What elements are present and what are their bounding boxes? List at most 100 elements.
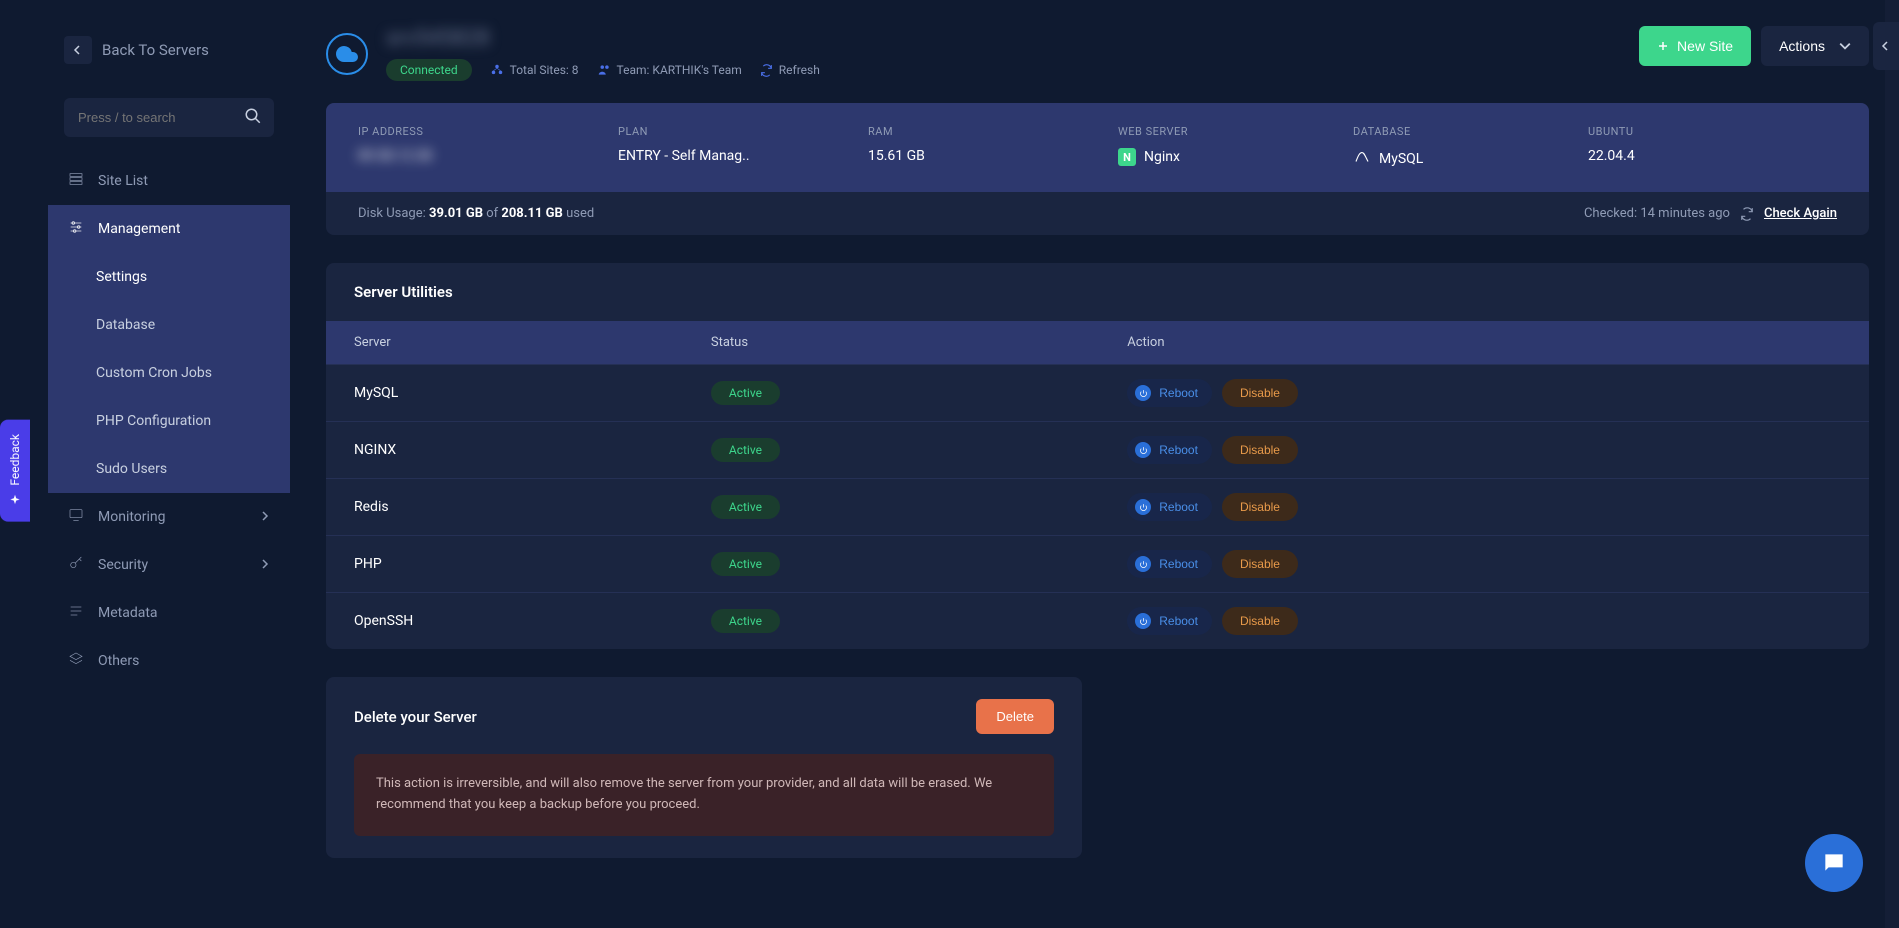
status-badge: Active [711,609,780,633]
service-actions: Reboot Disable [1127,379,1841,407]
header-left: srv545828 Connected Total Sites: 8 Team:… [326,26,820,81]
subnav-settings[interactable]: Settings [48,253,290,301]
subnav-database[interactable]: Database [48,301,290,349]
service-actions: Reboot Disable [1127,436,1841,464]
power-icon [1135,556,1151,572]
disable-button[interactable]: Disable [1222,550,1298,578]
panel-title: Server Utilities [326,263,1869,321]
drawer-toggle[interactable] [1873,22,1899,70]
service-name: Redis [354,499,711,515]
disable-button[interactable]: Disable [1222,436,1298,464]
subnav-cron[interactable]: Custom Cron Jobs [48,349,290,397]
service-status: Active [711,438,1127,462]
subnav-sudo[interactable]: Sudo Users [48,445,290,493]
check-again-link[interactable]: Check Again [1764,206,1837,221]
info-webserver: WEB SERVER N Nginx [1118,125,1293,170]
info-ram: RAM 15.61 GB [868,125,1058,170]
search-icon [244,107,262,129]
service-status: Active [711,495,1127,519]
header-right: New Site Actions [1639,26,1869,66]
disable-button[interactable]: Disable [1222,607,1298,635]
nav-label: Site List [98,173,148,189]
disk-usage-text: Disk Usage: 39.01 GB of 208.11 GB used [358,206,594,221]
chevron-right-icon [260,509,270,525]
scrollbar-track [1885,0,1899,928]
plus-icon [1657,40,1669,52]
status-badge: Active [711,495,780,519]
sliders-icon [68,219,84,239]
chevron-down-icon [1839,40,1851,52]
utilities-table: Server Status Action MySQL Active Reboot Di… [326,321,1869,649]
disable-button[interactable]: Disable [1222,493,1298,521]
reboot-button[interactable]: Reboot [1127,493,1212,521]
nginx-icon: N [1118,148,1136,166]
actions-dropdown[interactable]: Actions [1761,26,1869,66]
nav-site-list[interactable]: Site List [48,157,290,205]
status-badge: Active [711,438,780,462]
nav-label: Metadata [98,605,158,621]
delete-title: Delete your Server [354,708,477,726]
search-container [64,98,274,137]
nav-security[interactable]: Security [48,541,290,589]
server-name: srv545828 [386,26,820,51]
table-row: MySQLActiveRebootDisable [326,364,1869,421]
search-input[interactable] [64,98,274,137]
server-info-bar: IP ADDRESS 89.58.12.38 PLAN ENTRY - Self… [326,103,1869,192]
page-header: srv545828 Connected Total Sites: 8 Team:… [326,26,1869,81]
delete-button[interactable]: Delete [976,699,1054,734]
nav-management[interactable]: Management [48,205,290,253]
back-to-servers-link[interactable]: Back To Servers [48,26,290,74]
nav-monitoring[interactable]: Monitoring [48,493,290,541]
reboot-button[interactable]: Reboot [1127,607,1212,635]
nav-label: Management [98,221,180,237]
chevron-left-icon [1881,41,1891,51]
reboot-button[interactable]: Reboot [1127,379,1212,407]
layers-icon [68,651,84,671]
status-connected-badge: Connected [386,59,472,81]
status-badge: Active [711,552,780,576]
service-name: NGINX [354,442,711,458]
table-header: Server Status Action [326,321,1869,364]
main-content: srv545828 Connected Total Sites: 8 Team:… [290,18,1899,928]
subnav-php[interactable]: PHP Configuration [48,397,290,445]
info-ip: IP ADDRESS 89.58.12.38 [358,125,558,170]
service-actions: Reboot Disable [1127,607,1841,635]
table-row: RedisActive Reboot Disable [326,478,1869,535]
col-server: Server [354,335,711,350]
service-status: Active [711,552,1127,576]
team-icon [597,63,611,77]
server-title-block: srv545828 Connected Total Sites: 8 Team:… [386,26,820,81]
disable-button[interactable]: Disable [1222,379,1298,407]
service-name: MySQL [354,385,711,401]
new-site-button[interactable]: New Site [1639,26,1751,66]
chat-icon [1821,850,1847,876]
nav-label: Monitoring [98,509,166,525]
refresh-link[interactable]: Refresh [760,63,820,77]
nav-label: Security [98,557,148,573]
server-utilities-panel: Server Utilities Server Status Action My… [326,263,1869,649]
nav-others[interactable]: Others [48,637,290,685]
reboot-button[interactable]: Reboot [1127,436,1212,464]
metadata-icon [68,603,84,623]
chat-button[interactable] [1805,834,1863,892]
nav-label: Others [98,653,139,669]
info-plan: PLAN ENTRY - Self Manag.. [618,125,808,170]
reboot-button[interactable]: Reboot [1127,550,1212,578]
service-status: Active [711,609,1127,633]
nav-metadata[interactable]: Metadata [48,589,290,637]
key-icon [68,555,84,575]
service-name: OpenSSH [354,613,711,629]
list-icon [68,171,84,191]
col-status: Status [711,335,1127,350]
feedback-tab[interactable]: Feedback [0,420,30,522]
total-sites: Total Sites: 8 [490,63,579,77]
service-actions: Reboot Disable [1127,493,1841,521]
sparkle-icon [8,494,22,508]
table-row: OpenSSHActive Reboot Disable [326,592,1869,649]
service-actions: Reboot Disable [1127,550,1841,578]
delete-warning-text: This action is irreversible, and will al… [354,754,1054,836]
power-icon [1135,442,1151,458]
col-action: Action [1127,335,1841,350]
power-icon [1135,499,1151,515]
management-submenu: Settings Database Custom Cron Jobs PHP C… [48,253,290,493]
